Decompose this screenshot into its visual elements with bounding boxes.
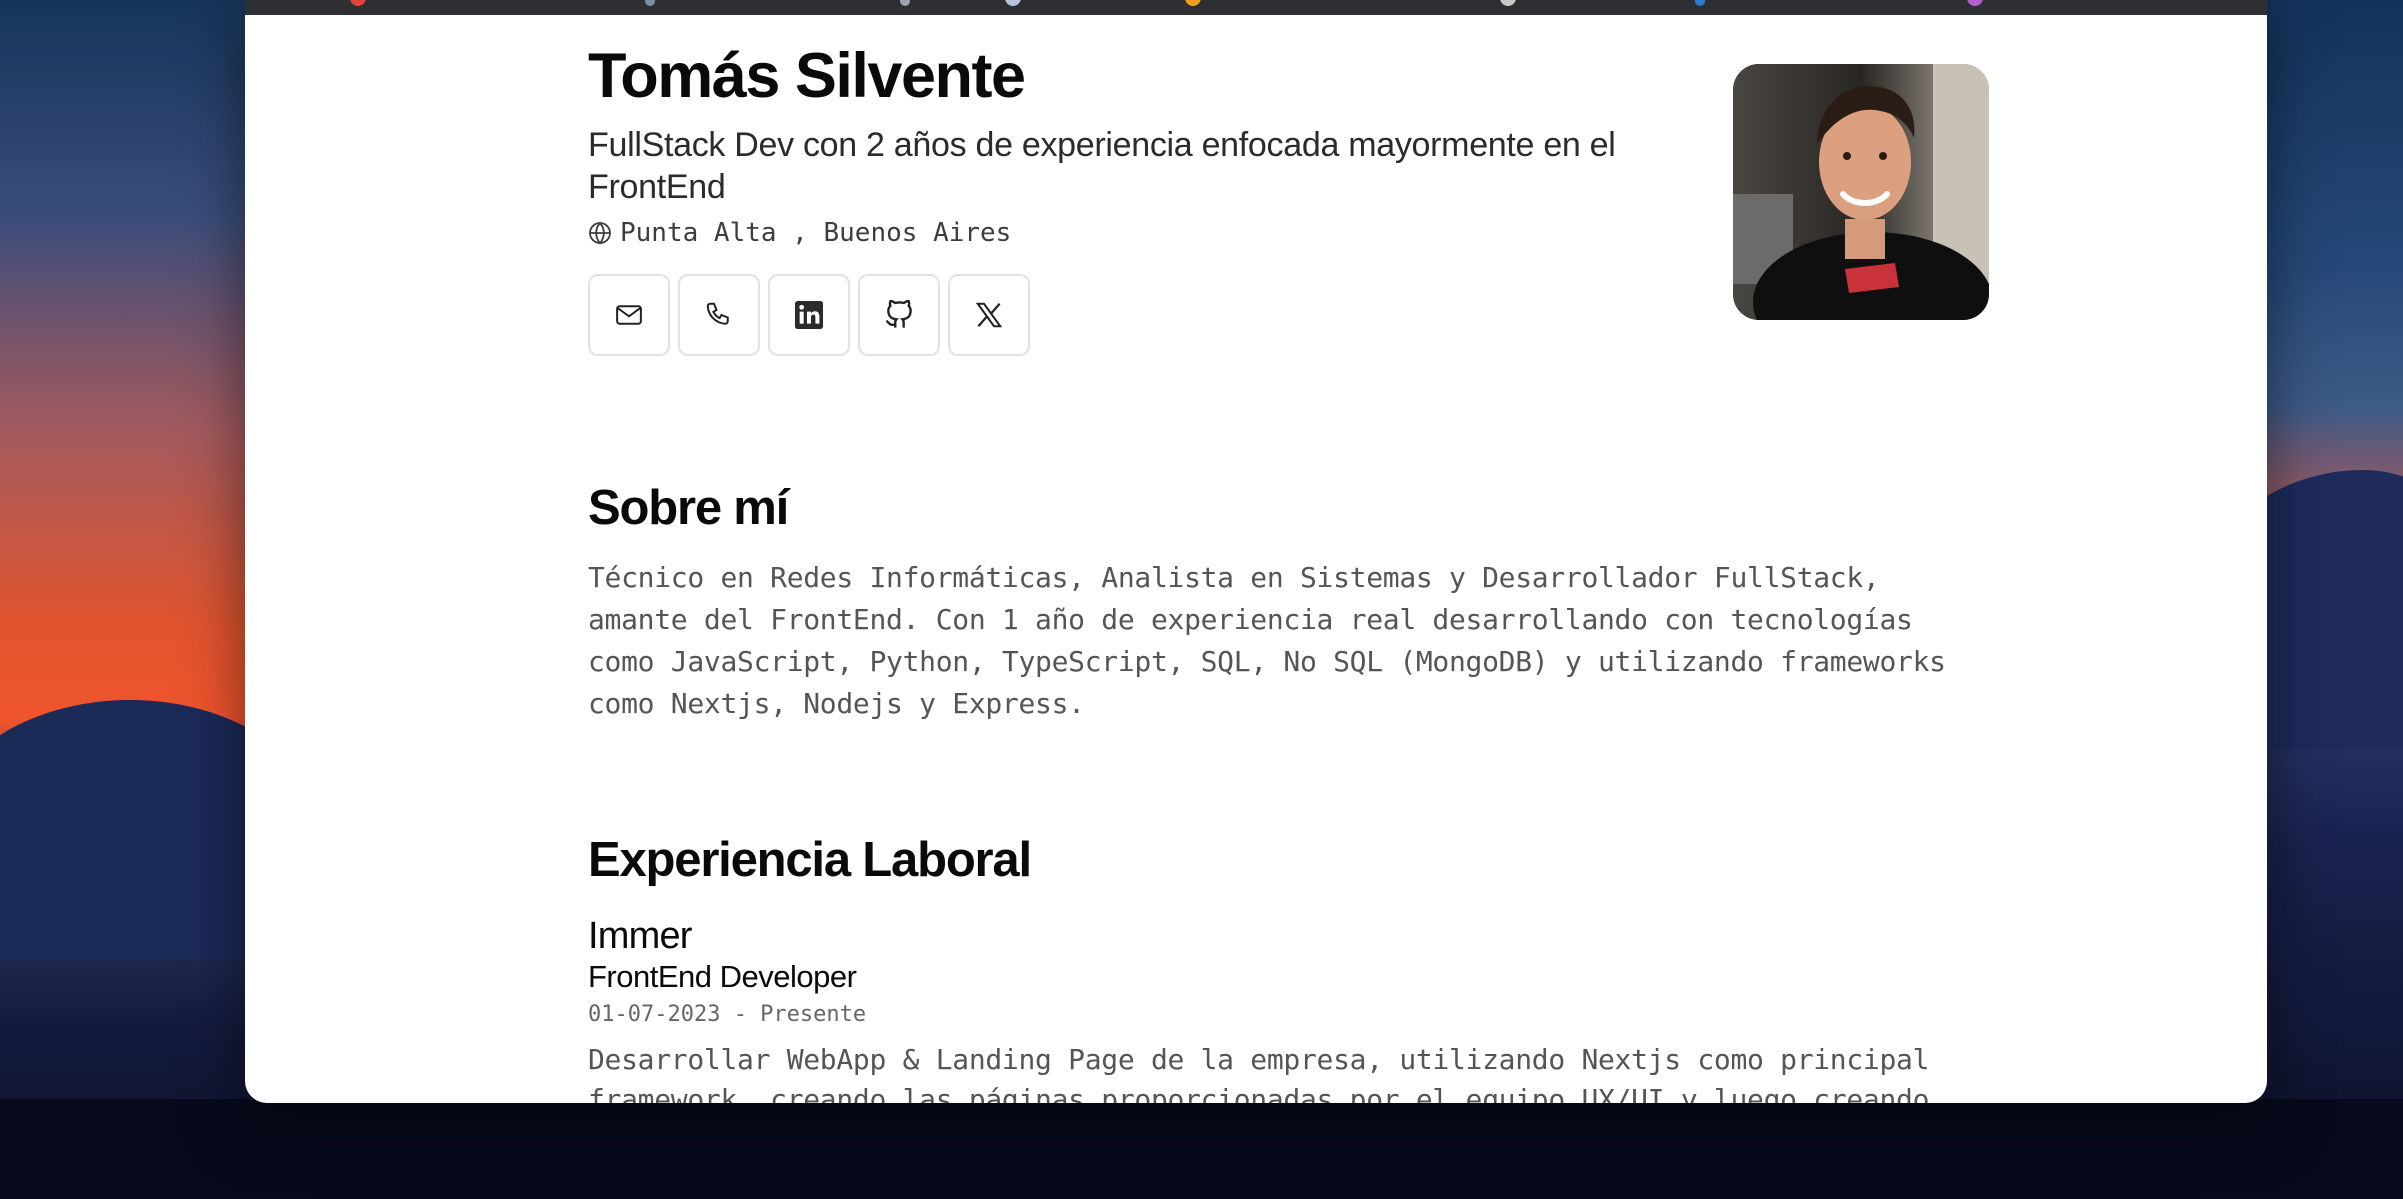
github-icon: [885, 299, 912, 328]
job-entry: Immer FrontEnd Developer 01-07-2023 - Pr…: [588, 914, 1968, 1103]
experience-heading: Experiencia Laboral: [588, 833, 1032, 887]
job-description: Desarrollar WebApp & Landing Page de la …: [588, 1043, 1930, 1103]
github-button[interactable]: [858, 274, 940, 356]
wallpaper-bottom: [0, 1099, 2403, 1199]
x-twitter-button[interactable]: [948, 274, 1030, 356]
tab-icon: [1695, 0, 1705, 6]
tab-icon: [1185, 0, 1201, 6]
job-role: FrontEnd Developer: [588, 959, 857, 994]
about-heading: Sobre mí: [588, 481, 789, 535]
browser-window: Tomás Silvente FullStack Dev con 2 años …: [245, 0, 2267, 1103]
wallpaper-left: [0, 0, 260, 1199]
tab-icon: [900, 0, 910, 6]
job-company[interactable]: Immer: [588, 914, 1968, 958]
profile-tagline: FullStack Dev con 2 años de experiencia …: [588, 126, 1616, 206]
email-button[interactable]: [588, 274, 670, 356]
tab-icon: [645, 0, 655, 6]
linkedin-button[interactable]: [768, 274, 850, 356]
globe-icon: [589, 221, 611, 245]
mail-icon: [616, 305, 642, 325]
tab-icon: [1005, 0, 1021, 6]
window-top-bar: [245, 0, 2267, 15]
red-dot-icon: [350, 0, 366, 6]
job-dates: 01-07-2023 - Presente: [588, 1002, 867, 1027]
phone-icon: [706, 302, 729, 325]
tab-icon: [1967, 0, 1983, 6]
profile-photo-image: [1733, 64, 1989, 320]
x-icon: [975, 302, 1003, 328]
tab-icon: [1500, 0, 1516, 6]
profile-photo: [1733, 64, 1989, 320]
phone-button[interactable]: [678, 274, 760, 356]
location-text: Punta Alta , Buenos Aires: [620, 218, 1012, 248]
linkedin-icon: [795, 301, 823, 329]
about-text: Técnico en Redes Informáticas, Analista …: [588, 561, 1946, 720]
